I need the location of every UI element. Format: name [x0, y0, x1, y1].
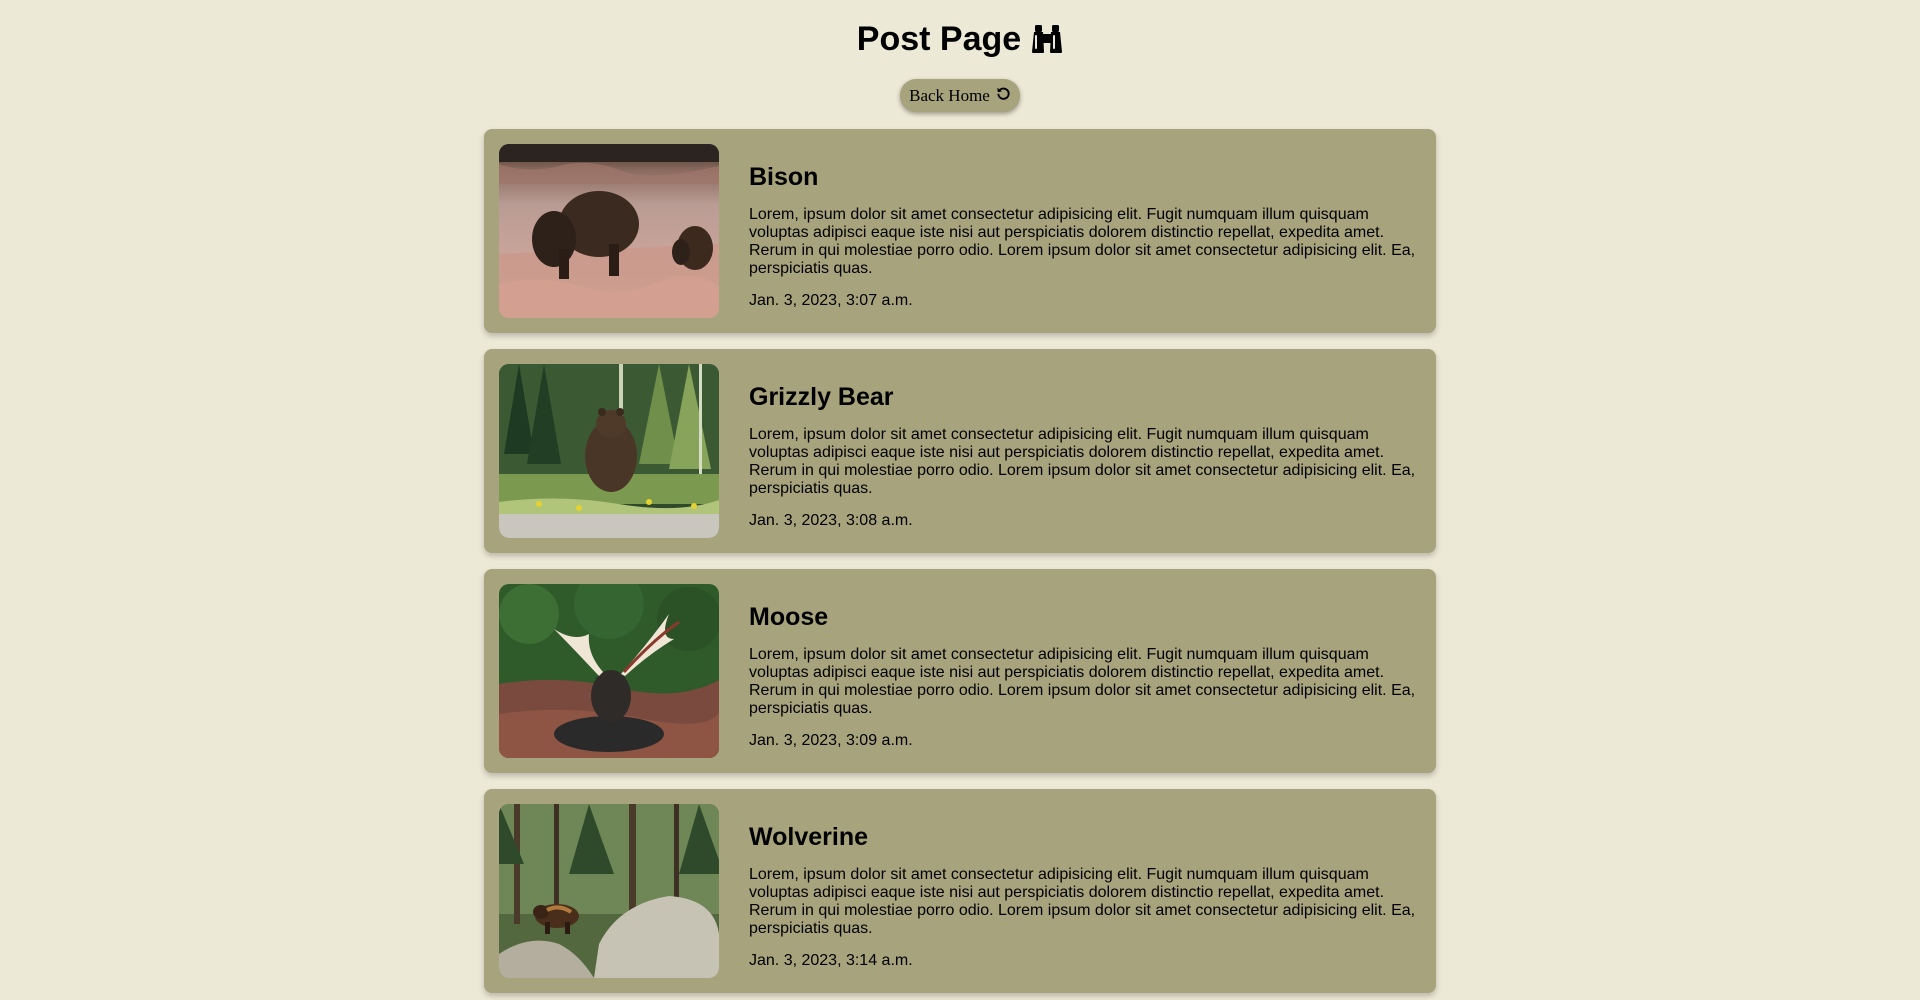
post-date: Jan. 3, 2023, 3:07 a.m. — [749, 292, 913, 309]
back-home-label: Back Home — [909, 85, 990, 105]
post-title: Bison — [749, 163, 819, 191]
post-body: Lorem, ipsum dolor sit amet consectetur … — [749, 426, 1416, 497]
post-card-grizzly-bear[interactable]: Grizzly Bear Lorem, ipsum dolor sit amet… — [484, 349, 1436, 553]
bison-photo — [499, 144, 719, 318]
page-title: Post Page — [857, 19, 1063, 59]
post-card-bison[interactable]: Bison Lorem, ipsum dolor sit amet consec… — [484, 129, 1436, 333]
page-title-text: Post Page — [856, 20, 1022, 58]
post-date: Jan. 3, 2023, 3:08 a.m. — [749, 512, 913, 529]
back-home-button[interactable]: Back Home — [900, 79, 1020, 112]
post-list: Bison Lorem, ipsum dolor sit amet consec… — [484, 129, 1436, 1000]
page-header: Post Page — [0, 0, 1920, 59]
rotate-left-icon — [996, 86, 1011, 106]
post-card-wolverine[interactable]: Wolverine Lorem, ipsum dolor sit amet co… — [484, 789, 1436, 993]
binoculars-icon — [1031, 24, 1063, 54]
post-title: Wolverine — [749, 823, 869, 851]
post-card-moose[interactable]: Moose Lorem, ipsum dolor sit amet consec… — [484, 569, 1436, 773]
post-body: Lorem, ipsum dolor sit amet consectetur … — [749, 866, 1416, 937]
post-title: Grizzly Bear — [749, 383, 894, 411]
post-page: Post Page Back Home Bison Lorem, ipsum d… — [0, 0, 1920, 1000]
post-body: Lorem, ipsum dolor sit amet consectetur … — [749, 206, 1416, 277]
wolverine-photo — [499, 804, 719, 978]
post-date: Jan. 3, 2023, 3:14 a.m. — [749, 952, 913, 969]
post-title: Moose — [749, 603, 829, 631]
grizzly-bear-photo — [499, 364, 719, 538]
moose-photo — [499, 584, 719, 758]
post-date: Jan. 3, 2023, 3:09 a.m. — [749, 732, 913, 749]
post-body: Lorem, ipsum dolor sit amet consectetur … — [749, 646, 1416, 717]
